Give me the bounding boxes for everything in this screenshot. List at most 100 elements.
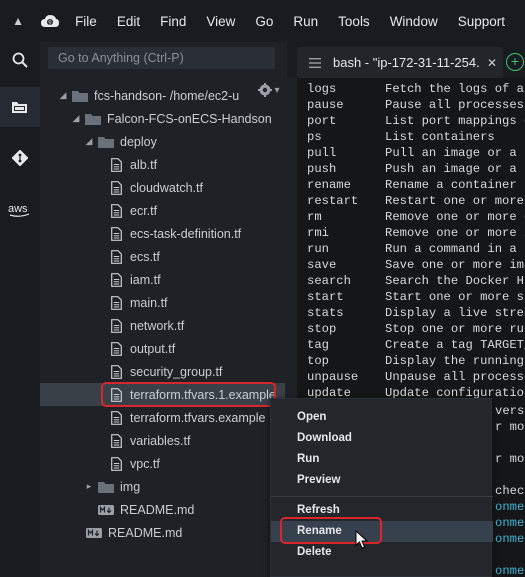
file-name: ecr.tf — [130, 203, 158, 218]
tree-file-item[interactable]: iam.tf — [40, 268, 285, 291]
svg-text:aws: aws — [8, 203, 28, 215]
ctx-open[interactable]: Open — [271, 407, 493, 428]
file-icon — [111, 180, 122, 195]
menu-go[interactable]: Go — [255, 14, 273, 29]
tab-menu-icon[interactable] — [297, 57, 333, 68]
tree-file-item[interactable]: network.tf — [40, 314, 285, 337]
expanded-arrow-icon: ◢ — [72, 113, 80, 123]
aws-icon[interactable]: aws — [0, 190, 40, 230]
terminal-description: Pause all processes wi — [385, 98, 524, 112]
file-name: variables.tf — [130, 433, 191, 448]
folder-icon — [98, 481, 114, 493]
tree-item-img[interactable]: ▸ img — [40, 475, 285, 498]
terminal-command: tag — [307, 338, 329, 352]
menu-view[interactable]: View — [206, 14, 235, 29]
go-to-anything-input[interactable]: Go to Anything (Ctrl-P) — [48, 47, 275, 69]
menu-run[interactable]: Run — [293, 14, 318, 29]
tree-file-item[interactable]: vpc.tf — [40, 452, 285, 475]
terminal-description: Display a live stream o — [385, 306, 525, 320]
markdown-file-icon — [98, 504, 114, 515]
file-name: iam.tf — [130, 272, 161, 287]
ctx-run[interactable]: Run — [271, 449, 493, 470]
menu-support[interactable]: Support — [458, 14, 505, 29]
tree-file-item[interactable]: cloudwatch.tf — [40, 176, 285, 199]
terminal-command: start — [307, 290, 344, 304]
activity-bar: aws — [0, 42, 40, 577]
file-icon — [111, 226, 122, 241]
menu-find[interactable]: Find — [160, 14, 186, 29]
menu-window[interactable]: Window — [390, 14, 438, 29]
source-control-icon[interactable] — [0, 138, 40, 178]
terminal-description: Run a command in a new — [385, 242, 525, 256]
tree-file-item[interactable]: alb.tf — [40, 153, 285, 176]
ctx-preview[interactable]: Preview — [271, 470, 493, 491]
terminal-description: Remove one or more imag — [385, 226, 525, 240]
file-name: main.tf — [130, 295, 168, 310]
terminal-command: pause — [307, 98, 344, 112]
close-tab-icon[interactable]: ✕ — [487, 56, 497, 70]
deploy-folder-name: deploy — [120, 134, 157, 149]
tree-item-readme-inner[interactable]: README.md — [40, 498, 285, 521]
terminal-partial-text: onment — [495, 564, 525, 577]
tree-file-item[interactable]: ecs-task-definition.tf — [40, 222, 285, 245]
terminal-description: List port mappings or — [385, 114, 525, 128]
tree-file-item[interactable]: variables.tf — [40, 429, 285, 452]
file-icon — [111, 318, 122, 333]
terminal-description: Fetch the logs of a co — [385, 82, 524, 96]
tree-file-item[interactable]: terraform.tfvars.example — [40, 406, 285, 429]
terminal-line: pause Pause all processes wi — [307, 98, 525, 114]
ctx-delete[interactable]: Delete — [271, 542, 493, 563]
file-name: terraform.tfvars.example — [130, 410, 266, 425]
ctx-download[interactable]: Download — [271, 428, 493, 449]
terminal-command: unpause — [307, 370, 359, 384]
menu-edit[interactable]: Edit — [117, 14, 140, 29]
mouse-cursor-icon — [355, 530, 369, 549]
terminal-line: unpause Unpause all processes w — [307, 370, 525, 386]
terminal-command: port — [307, 114, 337, 128]
search-icon[interactable] — [0, 40, 40, 80]
file-name: security_group.tf — [130, 364, 223, 379]
selected-file-highlight — [101, 382, 276, 407]
terminal-command: top — [307, 354, 329, 368]
terminal-partial-text: check — [495, 484, 525, 498]
tree-file-item[interactable]: output.tf — [40, 337, 285, 360]
tree-file-item[interactable]: security_group.tf — [40, 360, 285, 383]
cloud9-logo-icon[interactable]: 9 — [36, 13, 63, 29]
file-icon — [111, 272, 122, 287]
tree-item-root[interactable]: ◢ fcs-handson - /home/ec2-u — [40, 84, 285, 107]
tree-item-project[interactable]: ◢ Falcon-FCS-onECS-Handson — [40, 107, 285, 130]
terminal-line: search Search the Docker Hub f — [307, 274, 525, 290]
terminal-tab-bar: bash - "ip-172-31-11-254. ✕ + — [287, 42, 525, 78]
menu-file[interactable]: File — [75, 14, 97, 29]
tree-file-item[interactable]: main.tf — [40, 291, 285, 314]
tree-item-readme-root[interactable]: README.md — [40, 521, 285, 544]
terminal-line: pull Pull an image or a rep — [307, 146, 525, 162]
tree-item-deploy[interactable]: ◢ deploy — [40, 130, 285, 153]
menu-tools[interactable]: Tools — [338, 14, 370, 29]
tree-file-item[interactable]: ecr.tf — [40, 199, 285, 222]
terminal-line: push Push an image or a rep — [307, 162, 525, 178]
terminal-partial-text: r mor — [495, 420, 525, 434]
project-folder-name: Falcon-FCS-onECS-Handson — [107, 111, 272, 126]
file-tree: ▾ ◢ fcs-handson - /home/ec2-u ◢ Falcon-F… — [40, 78, 285, 577]
terminal-command: search — [307, 274, 351, 288]
file-name: vpc.tf — [130, 456, 160, 471]
terminal-description: Save one or more images — [385, 258, 525, 272]
terminal-description: Start one or more stopp — [385, 290, 525, 304]
tree-file-item[interactable]: ecs.tf — [40, 245, 285, 268]
terminal-line: ps List containers — [307, 130, 495, 146]
terminal-command: run — [307, 242, 329, 256]
terminal-description: Restart one or more co — [385, 194, 524, 208]
terminal-partial-text: onment — [495, 516, 525, 530]
expanded-arrow-icon: ◢ — [85, 136, 93, 146]
file-icon — [111, 157, 122, 172]
img-folder-name: img — [120, 479, 141, 494]
add-tab-icon[interactable]: + — [506, 53, 524, 71]
terminal-description: Stop one or more runnin — [385, 322, 525, 336]
terminal-command: pull — [307, 146, 337, 160]
terminal-command: push — [307, 162, 337, 176]
terminal-tab[interactable]: bash - "ip-172-31-11-254. ✕ — [297, 47, 503, 78]
environment-files-icon[interactable] — [0, 87, 40, 127]
collapse-menu-icon[interactable]: ▲ — [0, 14, 36, 28]
readme-root-name: README.md — [108, 525, 183, 540]
